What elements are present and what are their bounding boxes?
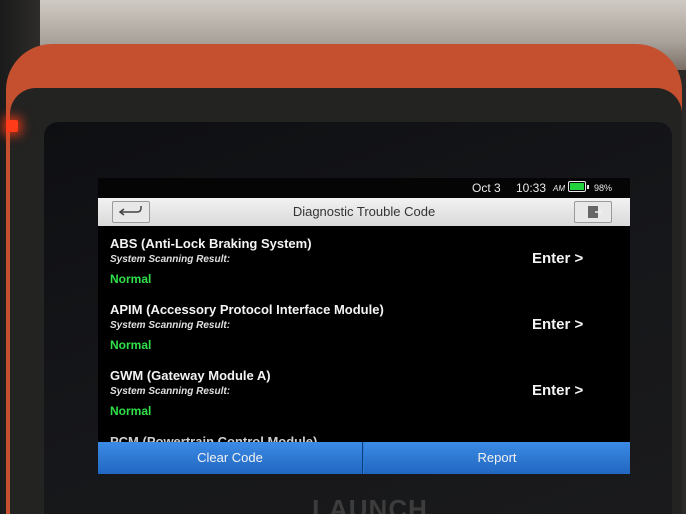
scan-result-label: System Scanning Result:: [110, 254, 231, 265]
power-led-icon: [6, 120, 18, 132]
module-name: ABS (Anti-Lock Braking System): [110, 236, 312, 251]
status-date: Oct 3: [472, 181, 501, 195]
scan-status: Normal: [110, 338, 152, 352]
status-ampm: AM: [553, 184, 565, 193]
enter-button[interactable]: Enter >: [532, 250, 583, 267]
module-row-pcm[interactable]: PCM (Powertrain Control Module): [98, 424, 630, 442]
page-title: Diagnostic Trouble Code: [292, 204, 436, 219]
battery-icon: [568, 181, 589, 192]
status-bar: Oct 3 10:33 AM 98%: [98, 178, 630, 198]
clear-code-button[interactable]: Clear Code: [98, 442, 363, 474]
report-button[interactable]: Report: [364, 442, 630, 474]
scan-tool-screen: Oct 3 10:33 AM 98% Diagnostic Trouble Co…: [98, 178, 630, 474]
module-row-abs[interactable]: ABS (Anti-Lock Braking System) System Sc…: [98, 226, 630, 292]
exit-button[interactable]: [574, 201, 612, 223]
module-list: ABS (Anti-Lock Braking System) System Sc…: [98, 226, 630, 442]
title-bar: Diagnostic Trouble Code: [98, 198, 630, 226]
scan-status: Normal: [110, 272, 152, 286]
scan-result-label: System Scanning Result:: [110, 386, 231, 397]
module-name: GWM (Gateway Module A): [110, 368, 271, 383]
brand-logo: LAUNCH: [312, 494, 428, 514]
module-name: APIM (Accessory Protocol Interface Modul…: [110, 302, 384, 317]
exit-icon: [588, 206, 604, 218]
module-row-gwm[interactable]: GWM (Gateway Module A) System Scanning R…: [98, 358, 630, 424]
scan-status: Normal: [110, 404, 152, 418]
battery-level-fill: [570, 183, 584, 190]
scan-result-label: System Scanning Result:: [110, 320, 231, 331]
enter-button[interactable]: Enter >: [532, 316, 583, 333]
status-time: 10:33: [516, 181, 547, 195]
module-name: PCM (Powertrain Control Module): [110, 434, 318, 442]
action-bar: Clear Code Report: [98, 442, 630, 474]
module-row-apim[interactable]: APIM (Accessory Protocol Interface Modul…: [98, 292, 630, 358]
battery-percent: 98%: [594, 183, 613, 193]
enter-button[interactable]: Enter >: [532, 382, 583, 399]
